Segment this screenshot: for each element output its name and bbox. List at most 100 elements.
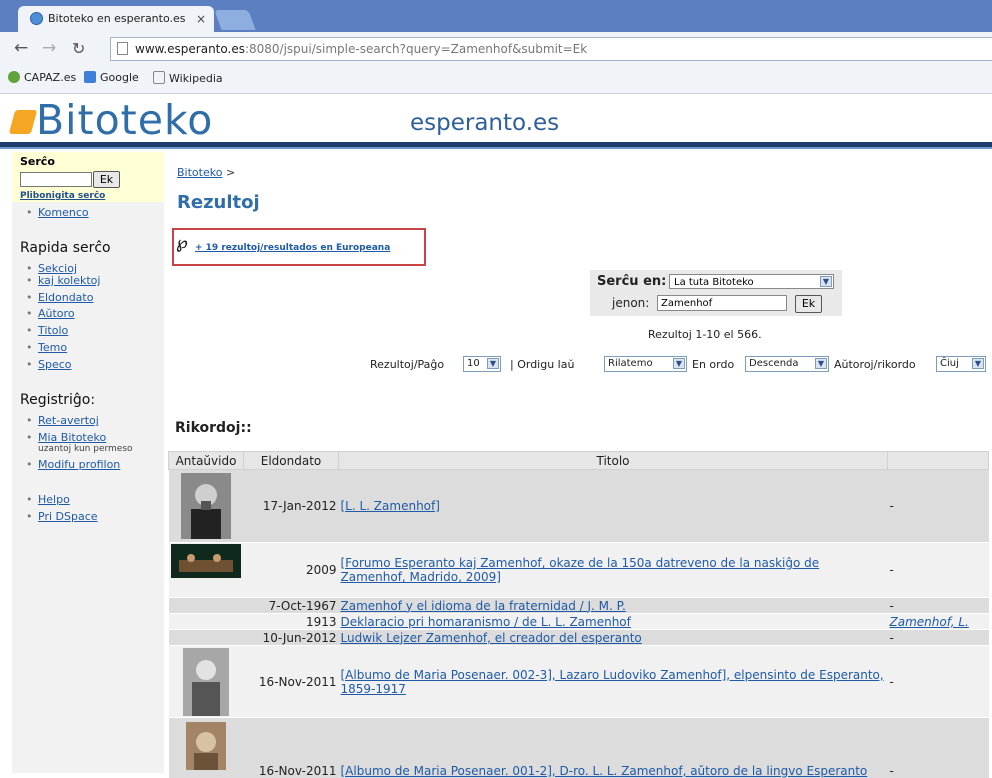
bookmark-capaz[interactable]: CAPAZ.es xyxy=(8,71,76,84)
row-date: 1913 xyxy=(243,613,339,630)
query-label: jenon: xyxy=(612,296,650,310)
row-title: [Albumo de Maria Posenaer. 001-2], D-ro.… xyxy=(338,717,888,778)
sidebar-item-home[interactable]: Komenco xyxy=(26,206,89,219)
row-title-link[interactable]: Ludwik Lejzer Zamenhof, el creador del e… xyxy=(341,631,642,645)
sidebar-item-edit-profile[interactable]: Modifu profilon xyxy=(26,458,120,471)
sidebar-item-author[interactable]: Aŭtoro xyxy=(26,307,74,320)
capaz-icon xyxy=(8,71,20,83)
close-tab-icon[interactable]: × xyxy=(196,6,206,32)
sidebar-item-type[interactable]: Speco xyxy=(26,358,71,371)
sidebar-item-subject[interactable]: Temo xyxy=(26,341,67,354)
site-logo[interactable]: Bitoteko xyxy=(36,96,213,144)
bookmark-google[interactable]: Google xyxy=(84,71,139,84)
row-title: Ludwik Lejzer Zamenhof, el creador del e… xyxy=(338,629,888,646)
quick-search-title: Rapida serĉo xyxy=(20,240,111,256)
sort-select[interactable]: Rilatemo ▼ xyxy=(604,356,687,372)
row-title: Zamenhof y el idioma de la fraternidad /… xyxy=(338,597,888,614)
favicon-icon xyxy=(30,12,43,25)
row-author: - xyxy=(887,629,989,646)
table-header-row: Antaŭvido Eldondato Titolo xyxy=(168,451,989,470)
tab-strip: Bitoteko en esperanto.es × xyxy=(0,0,992,32)
chevron-down-icon: ▼ xyxy=(820,276,832,287)
forward-icon[interactable]: → xyxy=(42,38,56,58)
search-button[interactable]: Ek xyxy=(795,295,822,313)
url-text: www.esperanto.es:8080/jspui/simple-searc… xyxy=(135,42,588,56)
thumbnail[interactable] xyxy=(168,717,244,778)
row-title-link[interactable]: [Forumo Esperanto kaj Zamenhof, okaze de… xyxy=(341,556,820,584)
author-link[interactable]: Zamenhof, L. xyxy=(890,615,969,629)
chevron-down-icon: ▼ xyxy=(673,358,685,369)
scope-select[interactable]: La tuta Bitoteko ▼ xyxy=(669,274,834,289)
row-title: [Forumo Esperanto kaj Zamenhof, okaze de… xyxy=(338,542,888,598)
sidebar-item-alerts[interactable]: Ret-avertoj xyxy=(26,414,99,427)
row-author: - xyxy=(887,645,989,718)
chevron-down-icon: ▼ xyxy=(815,358,827,369)
thumbnail xyxy=(168,629,244,646)
table-row: 1913 Deklaracio pri homaranismo / de L. … xyxy=(168,613,989,630)
sidebar-item-date[interactable]: Eldondato xyxy=(26,291,94,304)
header-underline xyxy=(0,147,992,149)
results-table: Antaŭvido Eldondato Titolo 17-Jan-2012 [… xyxy=(168,451,989,778)
thumbnail[interactable] xyxy=(168,645,244,718)
breadcrumb-home-link[interactable]: Bitoteko xyxy=(177,166,222,179)
row-author: Zamenhof, L. xyxy=(887,613,989,630)
row-title-link[interactable]: Deklaracio pri homaranismo / de L. L. Za… xyxy=(341,615,631,629)
thumbnail[interactable] xyxy=(168,542,244,598)
row-date: 10-Jun-2012 xyxy=(243,629,339,646)
europeana-icon: ℘ xyxy=(176,233,188,253)
row-date: 16-Nov-2011 xyxy=(243,645,339,718)
per-page-select[interactable]: 10 ▼ xyxy=(463,356,501,372)
reload-icon[interactable]: ↻ xyxy=(72,39,85,58)
row-author: - xyxy=(887,542,989,598)
bookmark-wikipedia[interactable]: Wikipedia xyxy=(153,71,223,85)
authors-label: Aŭtoroj/rikordo xyxy=(834,358,916,371)
new-tab-button[interactable] xyxy=(214,10,256,30)
bookmarks-bar: CAPAZ.es Google Wikipedia xyxy=(0,64,992,94)
page-title: Rezultoj xyxy=(177,192,260,213)
table-row: 7-Oct-1967 Zamenhof y el idioma de la fr… xyxy=(168,597,989,614)
row-title: [L. L. Zamenhof] xyxy=(338,469,888,543)
sidebar-item-about[interactable]: Pri DSpace xyxy=(26,510,97,523)
column-header-preview[interactable]: Antaŭvido xyxy=(168,451,244,470)
results-range: Rezultoj 1-10 el 566. xyxy=(648,328,762,341)
table-row: 2009 [Forumo Esperanto kaj Zamenhof, oka… xyxy=(168,542,989,598)
row-title-link[interactable]: [L. L. Zamenhof] xyxy=(341,499,440,513)
column-header-date[interactable]: Eldondato xyxy=(243,451,339,470)
browser-toolbar: ← → ↻ www.esperanto.es:8080/jspui/simple… xyxy=(0,32,992,64)
per-page-label: Rezultoj/Paĝo xyxy=(370,358,445,371)
row-title-link[interactable]: [Albumo de Maria Posenaer. 001-2], D-ro.… xyxy=(341,764,868,778)
back-icon[interactable]: ← xyxy=(14,38,28,58)
row-title-link[interactable]: Zamenhof y el idioma de la fraternidad /… xyxy=(341,599,626,613)
portrait-thumbnail xyxy=(186,722,226,770)
scope-label: Serĉu en: xyxy=(597,274,667,289)
thumbnail[interactable] xyxy=(168,469,244,543)
thumbnail xyxy=(168,613,244,630)
query-input[interactable]: Zamenhof xyxy=(657,295,787,311)
breadcrumb: Bitoteko > xyxy=(177,166,235,179)
sidebar-search-input[interactable] xyxy=(20,172,92,187)
sidebar-item-collections[interactable]: kaj kolektoj xyxy=(26,274,101,287)
thumbnail xyxy=(168,597,244,614)
row-date: 16-Nov-2011 xyxy=(243,717,339,778)
row-author: - xyxy=(887,717,989,778)
browser-tab[interactable]: Bitoteko en esperanto.es × xyxy=(18,6,214,32)
authors-select[interactable]: Ĉiuj ▼ xyxy=(936,356,986,372)
page-icon xyxy=(153,71,165,84)
tab-title: Bitoteko en esperanto.es xyxy=(48,12,186,25)
sidebar-search-button[interactable]: Ek xyxy=(93,171,120,188)
breadcrumb-separator: > xyxy=(225,166,236,179)
address-bar[interactable]: www.esperanto.es:8080/jspui/simple-searc… xyxy=(110,37,992,61)
row-title-link[interactable]: [Albumo de Maria Posenaer. 002-3], Lazar… xyxy=(341,668,884,696)
column-header-title[interactable]: Titolo xyxy=(338,451,888,470)
portrait-thumbnail xyxy=(181,473,231,539)
order-select[interactable]: Descenda ▼ xyxy=(745,356,829,372)
chevron-down-icon: ▼ xyxy=(972,358,984,369)
row-title: [Albumo de Maria Posenaer. 002-3], Lazar… xyxy=(338,645,888,718)
row-date: 17-Jan-2012 xyxy=(243,469,339,543)
advanced-search-link[interactable]: Plibonigita serĉo xyxy=(20,191,105,201)
sidebar-item-title[interactable]: Titolo xyxy=(26,324,68,337)
sidebar-item-help[interactable]: Helpo xyxy=(26,493,70,506)
europeana-link[interactable]: + 19 rezultoj/resultados en Europeana xyxy=(195,243,390,253)
records-title: Rikordoj:: xyxy=(175,420,252,436)
sidebar-item-my-bitoteko[interactable]: Mia Bitoteko xyxy=(26,431,106,444)
